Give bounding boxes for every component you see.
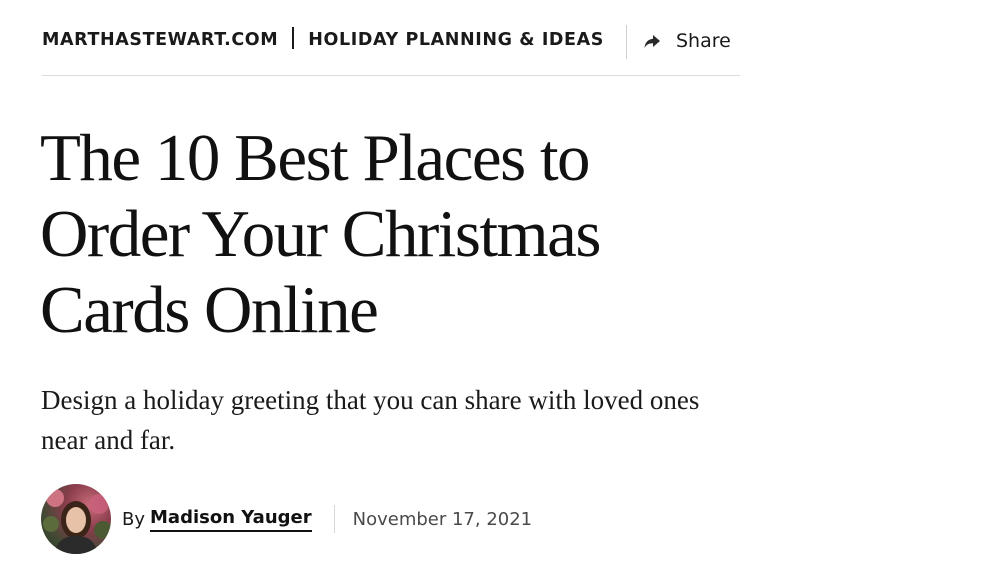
breadcrumb-site-link[interactable]: MARTHASTEWART.COM	[42, 30, 278, 50]
author-link[interactable]: Madison Yauger	[150, 507, 312, 532]
publish-date: November 17, 2021	[352, 508, 533, 530]
share-label: Share	[676, 30, 731, 52]
article-dek: Design a holiday greeting that you can s…	[41, 385, 700, 455]
author-photo-icon	[43, 489, 111, 554]
breadcrumb-divider	[626, 25, 627, 59]
breadcrumb-section-link[interactable]: HOLIDAY PLANNING & IDEAS	[308, 30, 604, 50]
breadcrumb: MARTHASTEWART.COM HOLIDAY PLANNING & IDEA…	[42, 27, 626, 53]
author-avatar[interactable]	[41, 484, 111, 554]
share-button[interactable]: Share	[642, 27, 731, 55]
article-title: The 10 Best Places to Order Your Christm…	[40, 121, 601, 347]
breadcrumb-separator	[292, 27, 295, 49]
byline: By Madison Yauger November 17, 2021	[41, 484, 532, 554]
byline-prefix: By	[122, 508, 146, 530]
share-arrow-icon	[644, 35, 660, 48]
top-bar: MARTHASTEWART.COM HOLIDAY PLANNING & IDEA…	[42, 0, 740, 76]
byline-divider	[333, 505, 335, 533]
